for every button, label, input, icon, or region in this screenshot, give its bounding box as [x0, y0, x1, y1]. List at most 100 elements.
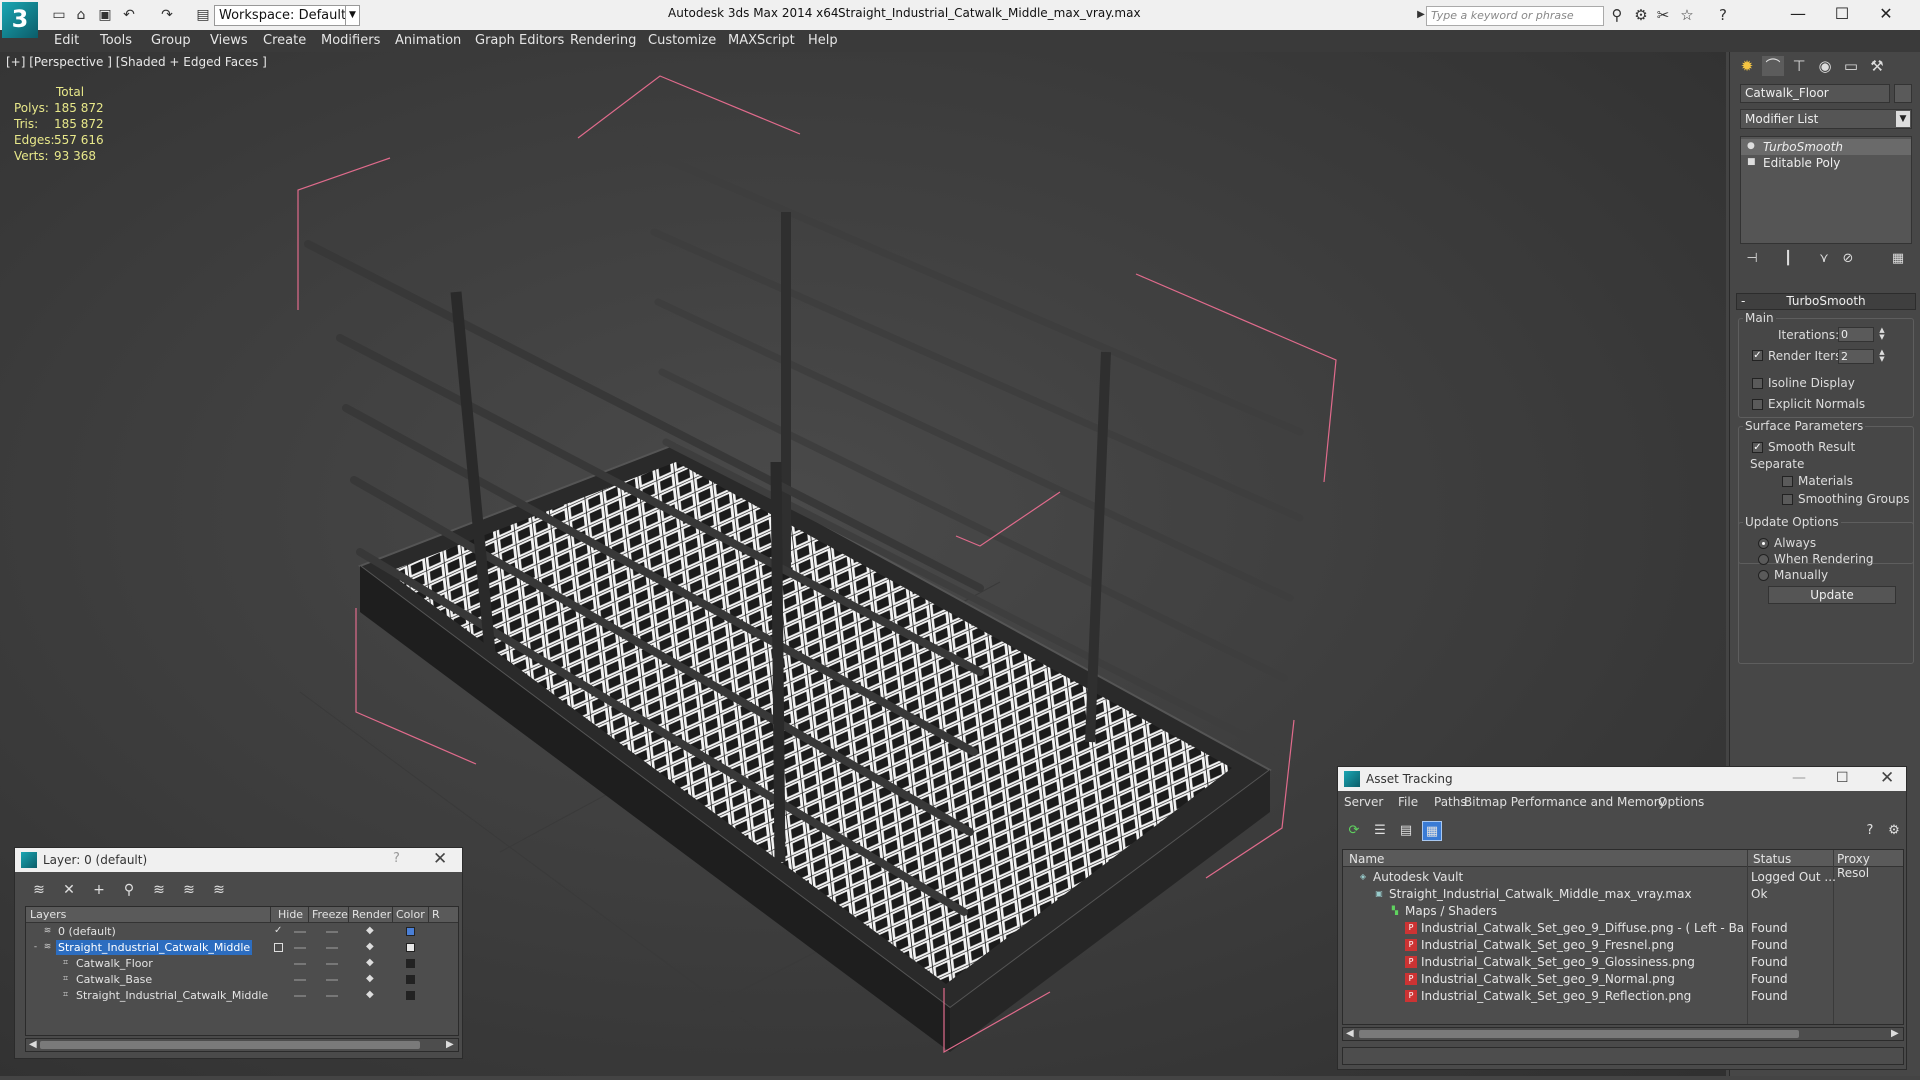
- undo-icon[interactable]: ↶: [120, 6, 138, 24]
- select-in-layer-icon[interactable]: ⚲: [119, 880, 139, 900]
- communication-center-icon[interactable]: ⚙: [1632, 7, 1650, 25]
- object-name-field[interactable]: Catwalk_Floor: [1740, 84, 1890, 103]
- minimize-icon[interactable]: —: [1792, 770, 1806, 786]
- render-toggle-icon[interactable]: ◆: [366, 989, 374, 1000]
- asset-row[interactable]: P Industrial_Catwalk_Set_geo_9_Normal.pn…: [1343, 971, 1903, 988]
- maximize-button[interactable]: ☐: [1820, 2, 1864, 26]
- layers-horizontal-scrollbar[interactable]: ◀ ▶: [25, 1038, 459, 1052]
- layer-color-swatch[interactable]: [406, 927, 415, 936]
- create-tab-icon[interactable]: ✹: [1736, 56, 1758, 76]
- render-iters-checkbox[interactable]: ✓: [1752, 350, 1763, 361]
- menu-server[interactable]: Server: [1344, 795, 1383, 809]
- column-header-color[interactable]: Color: [396, 908, 425, 921]
- minimize-button[interactable]: —: [1776, 2, 1820, 26]
- menu-bitmap-performance[interactable]: Bitmap Performance and Memory: [1464, 795, 1666, 809]
- workspace-dropdown[interactable]: Workspace: Default ▼: [214, 5, 360, 26]
- freeze-toggle[interactable]: [326, 947, 338, 949]
- freeze-toggle[interactable]: [326, 931, 338, 933]
- menu-graph-editors[interactable]: Graph Editors: [475, 33, 564, 48]
- binoculars-icon[interactable]: ⚲: [1608, 7, 1626, 25]
- hide-toggle[interactable]: [294, 963, 306, 965]
- layer-dialog-titlebar[interactable]: Layer: 0 (default) ? ✕: [15, 848, 462, 872]
- lightbulb-icon[interactable]: ●: [1747, 141, 1757, 151]
- layer-color-swatch[interactable]: [406, 975, 415, 984]
- table-view-icon[interactable]: ▦: [1422, 821, 1442, 841]
- show-end-result-icon[interactable]: ┃: [1778, 250, 1798, 268]
- layer-row[interactable]: ⌗ Catwalk_Base ◆: [26, 972, 458, 988]
- update-manually-radio[interactable]: [1758, 570, 1769, 581]
- settings-icon[interactable]: ⚙: [1884, 821, 1904, 841]
- menu-paths[interactable]: Paths: [1434, 795, 1467, 809]
- update-when-rendering-radio[interactable]: [1758, 554, 1769, 565]
- freeze-toggle[interactable]: [326, 963, 338, 965]
- redo-icon[interactable]: ↷: [158, 6, 176, 24]
- expand-icon[interactable]: ■: [1747, 157, 1757, 167]
- project-folder-icon[interactable]: ▤: [194, 6, 212, 24]
- hide-toggle[interactable]: [294, 947, 306, 949]
- remove-modifier-icon[interactable]: ⊘: [1838, 250, 1858, 268]
- menu-edit[interactable]: Edit: [54, 33, 79, 48]
- create-layer-icon[interactable]: ≋: [29, 880, 49, 900]
- tree-view-icon[interactable]: ▤: [1396, 821, 1416, 841]
- current-layer-check-icon[interactable]: ✓: [274, 925, 282, 936]
- separate-smoothing-groups-checkbox[interactable]: [1782, 494, 1793, 505]
- menu-create[interactable]: Create: [263, 33, 306, 48]
- scroll-thumb[interactable]: [40, 1041, 420, 1049]
- list-view-icon[interactable]: ☰: [1370, 821, 1390, 841]
- column-header-layers[interactable]: Layers: [30, 908, 66, 921]
- help-button[interactable]: ?: [393, 851, 400, 866]
- menu-options[interactable]: Options: [1658, 795, 1704, 809]
- maximize-icon[interactable]: ☐: [1836, 770, 1849, 786]
- layer-color-swatch[interactable]: [406, 943, 415, 952]
- column-header-status[interactable]: Status: [1753, 852, 1791, 866]
- menu-animation[interactable]: Animation: [395, 33, 461, 48]
- spinner-arrows-icon[interactable]: ▲ ▼: [1878, 327, 1886, 342]
- scroll-left-icon[interactable]: ◀: [29, 1039, 37, 1051]
- isoline-display-checkbox[interactable]: [1752, 378, 1763, 389]
- column-header-freeze[interactable]: Freeze: [312, 908, 348, 921]
- hide-toggle[interactable]: [294, 931, 306, 933]
- layer-row[interactable]: - ≋ Straight_Industrial_Catwalk_Middle ◆: [26, 940, 458, 956]
- menu-rendering[interactable]: Rendering: [570, 33, 636, 48]
- asset-row[interactable]: ▚ Maps / Shaders: [1343, 903, 1903, 920]
- close-icon[interactable]: ✕: [1880, 768, 1894, 788]
- object-color-swatch[interactable]: [1894, 84, 1912, 103]
- help-icon[interactable]: ?: [1714, 7, 1732, 25]
- layer-row[interactable]: ⌗ Catwalk_Floor ◆: [26, 956, 458, 972]
- hide-all-layers-icon[interactable]: ≋: [179, 880, 199, 900]
- menu-modifiers[interactable]: Modifiers: [321, 33, 380, 48]
- menu-help[interactable]: Help: [808, 33, 838, 48]
- asset-row[interactable]: P Industrial_Catwalk_Set_geo_9_Diffuse.p…: [1343, 920, 1903, 937]
- modify-tab-icon[interactable]: ⌒: [1762, 56, 1784, 76]
- menu-views[interactable]: Views: [210, 33, 248, 48]
- menu-tools[interactable]: Tools: [100, 33, 132, 48]
- column-header-name[interactable]: Name: [1349, 852, 1384, 866]
- stack-item-turbosmooth[interactable]: ● TurboSmooth: [1741, 139, 1911, 155]
- asset-row[interactable]: P Industrial_Catwalk_Set_geo_9_Glossines…: [1343, 954, 1903, 971]
- update-always-radio[interactable]: [1758, 538, 1769, 549]
- freeze-toggle[interactable]: [326, 979, 338, 981]
- render-toggle-icon[interactable]: ◆: [366, 941, 374, 952]
- render-toggle-icon[interactable]: ◆: [366, 925, 374, 936]
- turbosmooth-rollout-header[interactable]: - TurboSmooth: [1736, 293, 1916, 310]
- favorites-star-icon[interactable]: ☆: [1678, 7, 1696, 25]
- scroll-right-icon[interactable]: ▶: [446, 1039, 454, 1051]
- layer-row[interactable]: ≋ 0 (default) ✓ ◆: [26, 924, 458, 940]
- asset-tracking-titlebar[interactable]: Asset Tracking — ☐ ✕: [1338, 767, 1906, 791]
- collapse-icon[interactable]: -: [30, 942, 41, 953]
- app-logo-button[interactable]: 3: [2, 2, 38, 38]
- asset-row[interactable]: P Industrial_Catwalk_Set_geo_9_Fresnel.p…: [1343, 937, 1903, 954]
- motion-tab-icon[interactable]: ◉: [1814, 56, 1836, 76]
- layer-row[interactable]: ⌗ Straight_Industrial_Catwalk_Middle ◆: [26, 988, 458, 1004]
- display-tab-icon[interactable]: ▭: [1840, 56, 1862, 76]
- smooth-result-checkbox[interactable]: ✓: [1752, 442, 1763, 453]
- render-iters-spinner[interactable]: 2: [1838, 349, 1874, 364]
- utilities-tab-icon[interactable]: ⚒: [1866, 56, 1888, 76]
- asset-horizontal-scrollbar[interactable]: ◀ ▶: [1342, 1027, 1904, 1041]
- separate-materials-checkbox[interactable]: [1782, 476, 1793, 487]
- freeze-all-layers-icon[interactable]: ≋: [209, 880, 229, 900]
- viewport-label[interactable]: [+] [Perspective ] [Shaded + Edged Faces…: [6, 55, 267, 69]
- refresh-icon[interactable]: ⟳: [1344, 821, 1364, 841]
- close-icon[interactable]: ✕: [433, 849, 447, 869]
- open-file-icon[interactable]: ⌂: [72, 6, 90, 24]
